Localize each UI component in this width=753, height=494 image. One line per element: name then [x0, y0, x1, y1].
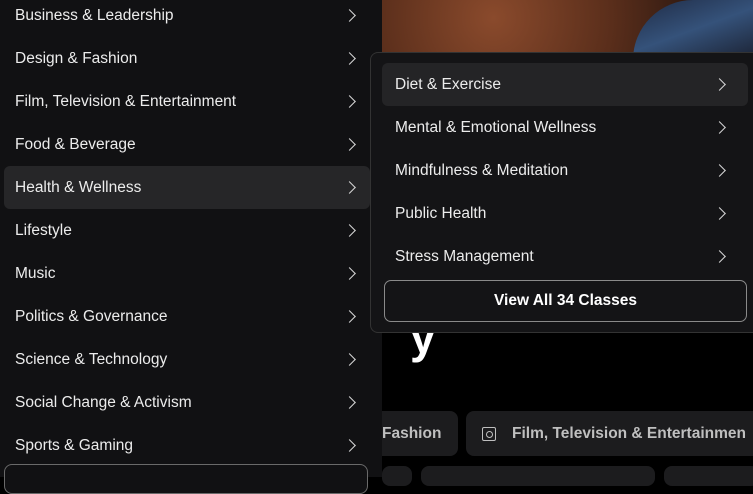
- chevron-right-icon: [343, 310, 356, 323]
- chevron-right-icon: [343, 95, 356, 108]
- menu-item-music[interactable]: Music: [4, 252, 370, 295]
- hero-image: [382, 0, 753, 60]
- chevron-right-icon: [343, 52, 356, 65]
- menu-item-sports-gaming[interactable]: Sports & Gaming: [4, 424, 370, 467]
- submenu-item-label: Stress Management: [395, 247, 534, 265]
- menu-item-label: Business & Leadership: [15, 6, 174, 24]
- chevron-right-icon: [713, 121, 726, 134]
- submenu-item-label: Public Health: [395, 204, 487, 222]
- menu-item-social-change[interactable]: Social Change & Activism: [4, 381, 370, 424]
- chip-row2[interactable]: [382, 466, 412, 486]
- menu-item-label: Science & Technology: [15, 350, 168, 368]
- menu-item-lifestyle[interactable]: Lifestyle: [4, 209, 370, 252]
- menu-item-label: Social Change & Activism: [15, 393, 192, 411]
- submenu-item-label: Mindfulness & Meditation: [395, 161, 569, 179]
- submenu-item-diet-exercise[interactable]: Diet & Exercise: [382, 63, 748, 106]
- menu-item-label: Politics & Governance: [15, 307, 168, 325]
- submenu-item-stress-management[interactable]: Stress Management: [382, 235, 748, 278]
- menu-item-science-technology[interactable]: Science & Technology: [4, 338, 370, 381]
- chip-row2[interactable]: [421, 466, 655, 486]
- subcategory-menu: Diet & Exercise Mental & Emotional Welln…: [370, 52, 753, 333]
- chip-label: Fashion: [382, 424, 442, 442]
- menu-item-label: Design & Fashion: [15, 49, 138, 67]
- submenu-item-label: Mental & Emotional Wellness: [395, 118, 597, 136]
- chip-fashion[interactable]: Fashion: [382, 411, 458, 456]
- chevron-right-icon: [343, 267, 356, 280]
- chip-row2[interactable]: [664, 466, 753, 486]
- chevron-right-icon: [713, 164, 726, 177]
- chevron-right-icon: [343, 138, 356, 151]
- menu-item-label: Health & Wellness: [15, 178, 142, 196]
- submenu-item-label: Diet & Exercise: [395, 75, 501, 93]
- menu-item-health-wellness[interactable]: Health & Wellness: [4, 166, 370, 209]
- menu-item-business-leadership[interactable]: Business & Leadership: [4, 0, 370, 37]
- view-all-categories-button[interactable]: [4, 464, 368, 494]
- menu-item-label: Sports & Gaming: [15, 436, 134, 454]
- submenu-item-public-health[interactable]: Public Health: [382, 192, 748, 235]
- chevron-right-icon: [713, 250, 726, 263]
- submenu-item-mindfulness[interactable]: Mindfulness & Meditation: [382, 149, 748, 192]
- view-all-classes-button[interactable]: View All 34 Classes: [384, 280, 747, 322]
- menu-item-film-television[interactable]: Film, Television & Entertainment: [4, 80, 370, 123]
- category-menu: Business & Leadership Design & Fashion F…: [0, 0, 382, 494]
- chevron-right-icon: [713, 78, 726, 91]
- chevron-right-icon: [343, 181, 356, 194]
- chevron-right-icon: [343, 396, 356, 409]
- view-all-label: View All 34 Classes: [493, 292, 638, 309]
- submenu-item-mental-wellness[interactable]: Mental & Emotional Wellness: [382, 106, 748, 149]
- chevron-right-icon: [343, 439, 356, 452]
- menu-item-label: Film, Television & Entertainment: [15, 92, 237, 110]
- chevron-right-icon: [343, 9, 356, 22]
- hero-image-detail: [633, 0, 753, 60]
- chip-label: Film, Television & Entertainmen: [512, 424, 746, 442]
- chevron-right-icon: [713, 207, 726, 220]
- menu-item-design-fashion[interactable]: Design & Fashion: [4, 37, 370, 80]
- chevron-right-icon: [343, 224, 356, 237]
- menu-item-label: Food & Beverage: [15, 135, 136, 153]
- menu-item-food-beverage[interactable]: Food & Beverage: [4, 123, 370, 166]
- menu-item-label: Lifestyle: [15, 221, 72, 239]
- chip-film-television[interactable]: Film, Television & Entertainmen: [466, 411, 753, 456]
- film-icon: [482, 426, 496, 441]
- menu-item-label: Music: [15, 264, 56, 282]
- menu-item-politics-governance[interactable]: Politics & Governance: [4, 295, 370, 338]
- chevron-right-icon: [343, 353, 356, 366]
